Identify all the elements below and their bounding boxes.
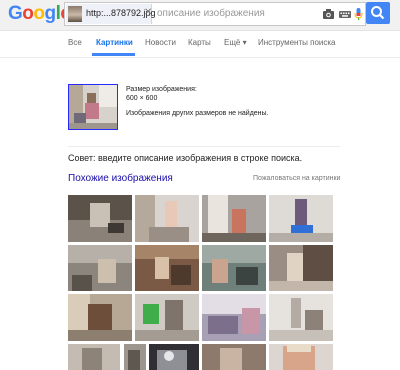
search-icon — [371, 6, 385, 20]
image-size-label: Размер изображения: — [126, 86, 197, 93]
search-box: http:...878792.jpg ✕ — [64, 2, 366, 26]
similar-image-thumbnail[interactable] — [135, 195, 199, 242]
similar-image-thumbnail[interactable] — [269, 294, 333, 341]
google-logo[interactable]: Google — [8, 3, 71, 25]
similar-image-thumbnail[interactable] — [202, 245, 266, 291]
microphone-icon[interactable] — [354, 7, 363, 21]
camera-icon[interactable] — [322, 7, 335, 21]
similar-image-thumbnail[interactable] — [135, 245, 199, 291]
tab-all[interactable]: Все — [68, 38, 82, 47]
tab-maps[interactable]: Карты — [188, 38, 211, 47]
chip-thumbnail — [68, 6, 82, 22]
query-image-thumbnail[interactable] — [68, 84, 118, 130]
similar-image-thumbnail[interactable] — [269, 195, 333, 242]
similar-image — [269, 245, 333, 291]
similar-image — [68, 344, 120, 370]
tab-images[interactable]: Картинки — [96, 38, 133, 47]
similar-image — [202, 245, 266, 291]
logo-letter: o — [22, 3, 34, 24]
similar-image — [202, 195, 266, 242]
similar-image-thumbnail[interactable] — [269, 245, 333, 291]
similar-image-thumbnail[interactable] — [269, 344, 333, 370]
similar-image-thumbnail[interactable] — [149, 344, 199, 370]
similar-image-thumbnail[interactable] — [124, 344, 146, 370]
logo-letter: G — [8, 3, 23, 24]
top-bar: Google http:...878792.jpg ✕ — [0, 0, 400, 31]
keyboard-icon[interactable] — [338, 7, 352, 21]
similar-image — [269, 195, 333, 242]
similar-image — [269, 294, 333, 341]
similar-image-thumbnail[interactable] — [68, 195, 132, 242]
similar-image-thumbnail[interactable] — [202, 294, 266, 341]
similar-images-link[interactable]: Похожие изображения — [68, 173, 173, 184]
tab-more[interactable]: Ещё ▾ — [224, 38, 247, 47]
similar-image-thumbnail[interactable] — [68, 294, 132, 341]
similar-image-thumbnail[interactable] — [202, 344, 266, 370]
similar-image — [68, 294, 132, 341]
similar-image — [202, 294, 266, 341]
active-tab-indicator — [92, 53, 135, 56]
similar-image — [135, 294, 199, 341]
similar-image — [202, 344, 266, 370]
search-tabs: Все Картинки Новости Карты Ещё ▾ Инструм… — [0, 31, 400, 58]
search-tip: Совет: введите описание изображения в ст… — [68, 153, 303, 163]
similar-image — [68, 195, 132, 242]
search-button[interactable] — [366, 2, 390, 24]
search-image-chip[interactable]: http:...878792.jpg ✕ — [66, 4, 156, 24]
divider — [68, 146, 340, 147]
similar-image — [124, 344, 146, 370]
similar-image — [135, 195, 199, 242]
logo-letter: g — [44, 3, 57, 24]
similar-image — [269, 344, 333, 370]
tab-news[interactable]: Новости — [145, 38, 176, 47]
report-images-link[interactable]: Пожаловаться на картинки — [253, 175, 340, 182]
similar-image-thumbnail[interactable] — [202, 195, 266, 242]
search-input[interactable] — [157, 5, 307, 21]
similar-image-thumbnail[interactable] — [135, 294, 199, 341]
similar-image-thumbnail[interactable] — [68, 245, 132, 291]
tab-search-tools[interactable]: Инструменты поиска — [258, 38, 335, 47]
similar-image-thumbnail[interactable] — [68, 344, 120, 370]
query-image-picture — [69, 85, 117, 129]
similar-image — [68, 245, 132, 291]
similar-image — [135, 245, 199, 291]
image-size-value: 600 × 600 — [126, 95, 158, 102]
close-icon[interactable]: ✕ — [144, 7, 152, 18]
logo-letter: o — [33, 3, 45, 24]
similar-image — [149, 344, 199, 370]
no-other-sizes-text: Изображения других размеров не найдены. — [126, 110, 269, 117]
